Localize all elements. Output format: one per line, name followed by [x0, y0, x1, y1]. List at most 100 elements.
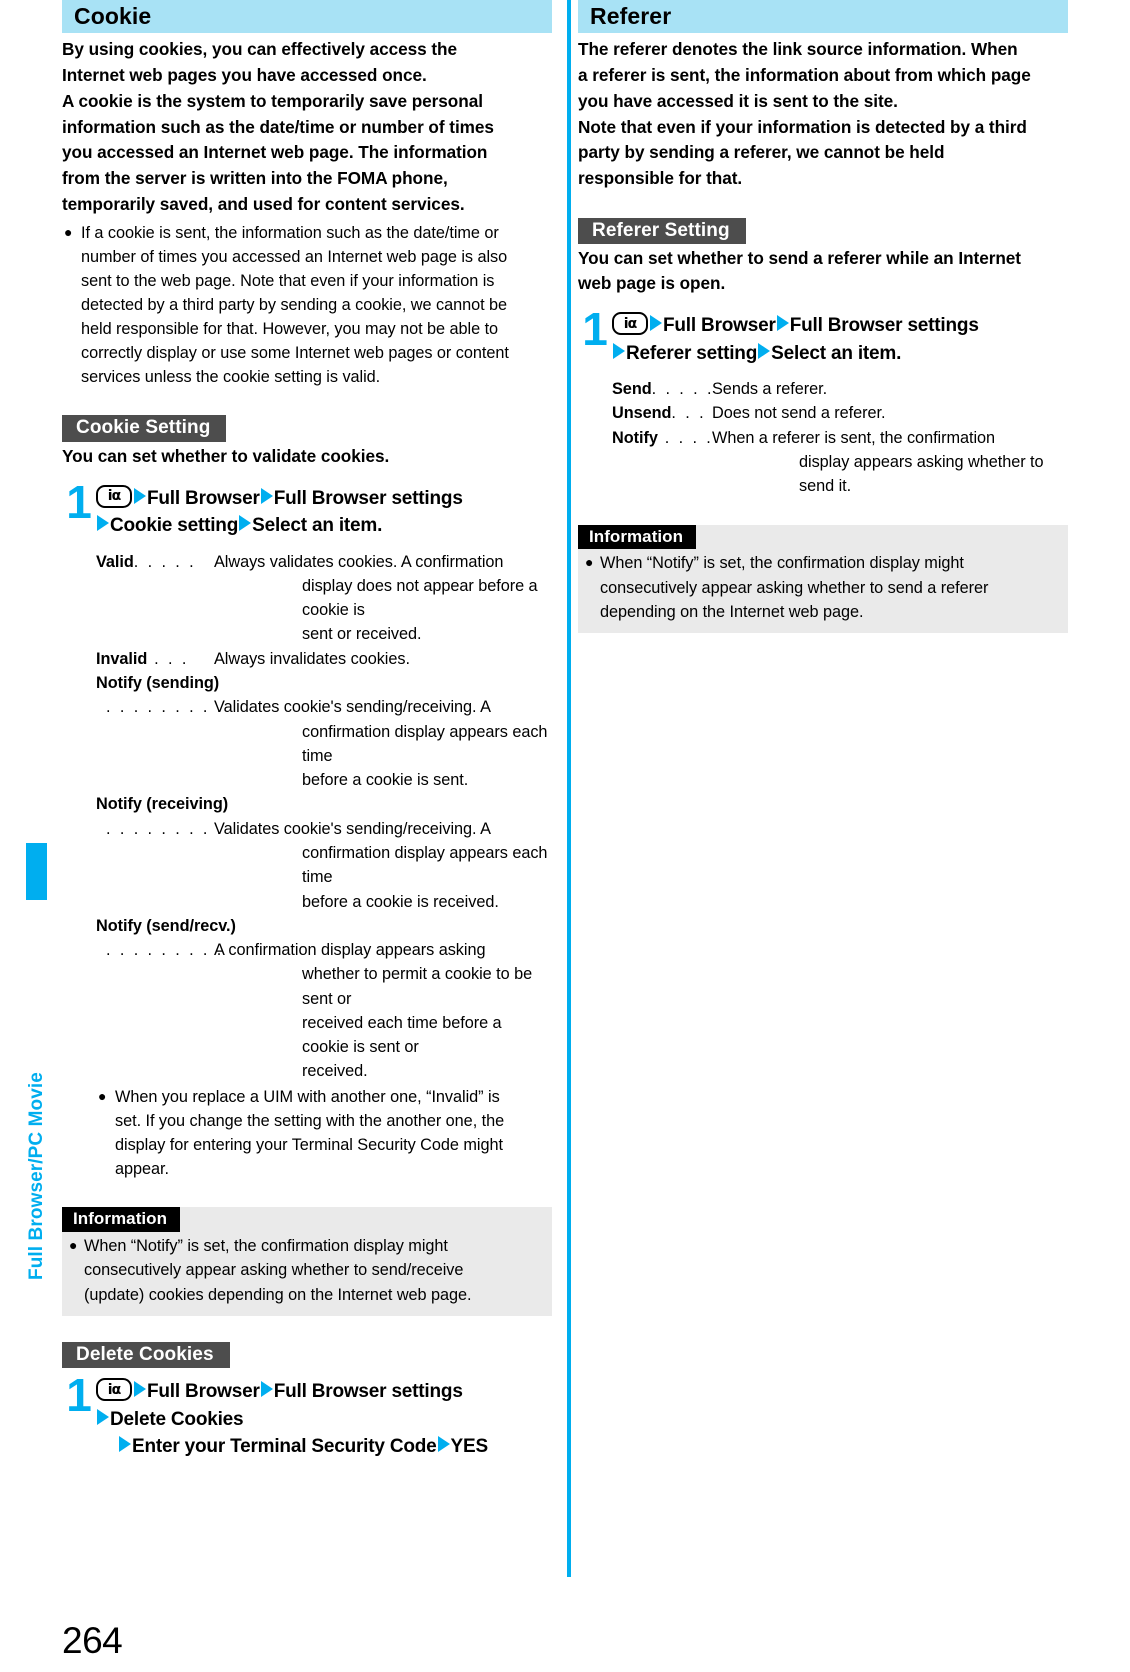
text-line: When you replace a UIM with another one,…: [115, 1087, 500, 1106]
arrow-icon: [613, 342, 625, 359]
menu-item-label[interactable]: Full Browser settings: [790, 315, 979, 336]
left-column: Cookie By using cookies, you can effecti…: [62, 0, 552, 1460]
arrow-icon: [437, 1436, 450, 1453]
option-term: Notify (send/recv.): [96, 914, 552, 938]
referer-setting-lead: You can set whether to send a referer wh…: [578, 246, 1068, 296]
referer-setting-options: Send. . . . . Sends a referer. Unsend. .…: [612, 377, 1068, 498]
text-line: party by sending a referer, we cannot be…: [578, 142, 945, 163]
menu-item-label[interactable]: Full Browser settings: [274, 1381, 463, 1402]
menu-item-label[interactable]: Cookie setting: [110, 515, 238, 536]
option-row: Notify . . . . When a referer is sent, t…: [612, 426, 1068, 499]
imode-key-icon[interactable]: iα: [96, 484, 132, 508]
option-row-continuation: . . . . . . . . . Validates cookie's sen…: [96, 817, 552, 914]
menu-item-label[interactable]: Full Browser: [147, 1381, 260, 1402]
information-box: Information ● When “Notify” is set, the …: [578, 524, 1068, 634]
option-row-continuation: . . . . . . . . . A confirmation display…: [96, 938, 552, 1084]
text-line: iα Full Browser Full Browser settings: [612, 312, 1068, 339]
arrow-icon: [260, 487, 273, 504]
option-row: Invalid . . . Always invalidates cookies…: [96, 647, 552, 671]
arrow-icon: [758, 342, 771, 359]
text-line: sent to the web page. Note that even if …: [81, 271, 495, 290]
arrow-icon: [134, 1381, 146, 1398]
text-line: appear.: [115, 1160, 169, 1179]
text-line: iα Full Browser Full Browser settings: [96, 1378, 552, 1405]
column-divider: [567, 0, 571, 1577]
text-line: Sends a referer.: [712, 380, 828, 399]
text-line: a referer is sent, the information about…: [578, 64, 1031, 85]
section-heading-cookie: Cookie: [62, 0, 552, 34]
menu-item-label[interactable]: Delete Cookies: [110, 1409, 244, 1430]
text-line: Enter your Terminal Security Code YES: [96, 1433, 552, 1460]
imode-key-icon[interactable]: iα: [96, 1378, 132, 1402]
option-term-label: Invalid: [96, 649, 148, 668]
text-line: before a cookie is received.: [302, 892, 499, 911]
option-term: Notify (sending): [96, 671, 552, 695]
text-line: confirmation display appears each time: [302, 843, 548, 887]
text-line: display does not appear before a cookie …: [302, 576, 538, 620]
information-body: ● When “Notify” is set, the confirmation…: [62, 1232, 552, 1307]
menu-item-label[interactable]: Referer setting: [626, 343, 757, 364]
option-term: Valid. . . . .: [96, 550, 214, 574]
option-term-label: Unsend: [612, 404, 672, 423]
text-line: Internet web pages you have accessed onc…: [62, 64, 427, 85]
dot-leader: . . . . .: [651, 380, 714, 399]
section-heading-referer: Referer: [578, 0, 1068, 34]
menu-item-label[interactable]: Enter your Terminal Security Code: [132, 1436, 437, 1457]
menu-item-label[interactable]: YES: [451, 1436, 489, 1457]
menu-item-label[interactable]: Full Browser settings: [274, 488, 463, 509]
text-line: consecutively appear asking whether to s…: [84, 1261, 464, 1280]
option-row: Notify (receiving): [96, 792, 552, 816]
dot-leader: . . . . . . . . .: [106, 941, 224, 960]
information-label: Information: [578, 524, 697, 550]
page-number: 264: [62, 1620, 123, 1661]
menu-item-label[interactable]: Full Browser: [663, 315, 776, 336]
option-definition: When a referer is sent, the confirmation…: [712, 426, 1068, 499]
bullet-dot-icon: ●: [64, 223, 73, 240]
sub-heading-delete-cookies: Delete Cookies: [62, 1342, 230, 1369]
text-line: When “Notify” is set, the confirmation d…: [84, 1236, 448, 1255]
text-line: Validates cookie's sending/receiving. A: [214, 698, 491, 717]
text-line: number of times you accessed an Internet…: [81, 247, 508, 266]
text-line: Validates cookie's sending/receiving. A: [214, 819, 491, 838]
arrow-icon: [97, 515, 109, 532]
arrow-icon: [260, 1381, 273, 1398]
delete-cookies-step: 1 iα Full Browser Full Browser settings De…: [62, 1372, 552, 1460]
option-definition: A confirmation display appears asking wh…: [214, 938, 552, 1084]
option-row: Unsend. . . Does not send a referer.: [612, 401, 1068, 425]
text-line: display appears asking whether to send i…: [799, 452, 1044, 496]
cookie-setting-step: 1 iα Full Browser Full Browser settings Co…: [62, 479, 552, 540]
sub-heading-cookie-setting: Cookie Setting: [62, 415, 227, 442]
text-line: iα Full Browser Full Browser settings: [96, 484, 552, 512]
text-line: When a referer is sent, the confirmation: [712, 428, 996, 447]
option-term-label: Send: [612, 380, 652, 399]
menu-item-label[interactable]: Full Browser: [147, 488, 260, 509]
referer-setting-heading-wrap: Referer Setting: [578, 217, 1068, 245]
arrow-icon: [239, 515, 252, 532]
text-line: A cookie is the system to temporarily sa…: [62, 90, 483, 111]
bullet-dot-icon: ●: [69, 1236, 78, 1253]
menu-item-label[interactable]: Select an item.: [771, 343, 901, 364]
text-line: held responsible for that. However, you …: [81, 320, 499, 339]
option-term-label: Notify (receiving): [96, 795, 229, 814]
text-line: web page is open.: [578, 273, 726, 294]
cookie-setting-lead: You can set whether to validate cookies.: [62, 444, 552, 469]
option-term-label: Notify (sending): [96, 673, 220, 692]
text-line: Does not send a referer.: [712, 404, 886, 423]
cookie-intro-paragraph: By using cookies, you can effectively ac…: [62, 37, 552, 218]
sub-heading-referer-setting: Referer Setting: [578, 217, 746, 245]
menu-item-label[interactable]: Select an item.: [252, 515, 382, 536]
bullet-dot-icon: ●: [585, 554, 594, 571]
text-line: you accessed an Internet web page. The i…: [62, 142, 488, 163]
text-line: information such as the date/time or num…: [62, 116, 494, 137]
option-definition: Validates cookie's sending/receiving. A …: [214, 817, 552, 914]
cookie-intro-bullet: ● If a cookie is sent, the information s…: [62, 221, 552, 390]
text-line: depending on the Internet web page.: [600, 602, 864, 621]
text-line: received each time before a cookie is se…: [302, 1013, 502, 1057]
imode-key-icon[interactable]: iα: [612, 312, 648, 336]
referer-intro-paragraph: The referer denotes the link source info…: [578, 37, 1068, 192]
dot-leader: . . . .: [657, 428, 714, 447]
arrow-icon: [650, 315, 662, 332]
text-line: consecutively appear asking whether to s…: [600, 578, 989, 597]
text-line: correctly display or use some Internet w…: [81, 344, 509, 363]
dot-leader: . . .: [671, 404, 707, 423]
